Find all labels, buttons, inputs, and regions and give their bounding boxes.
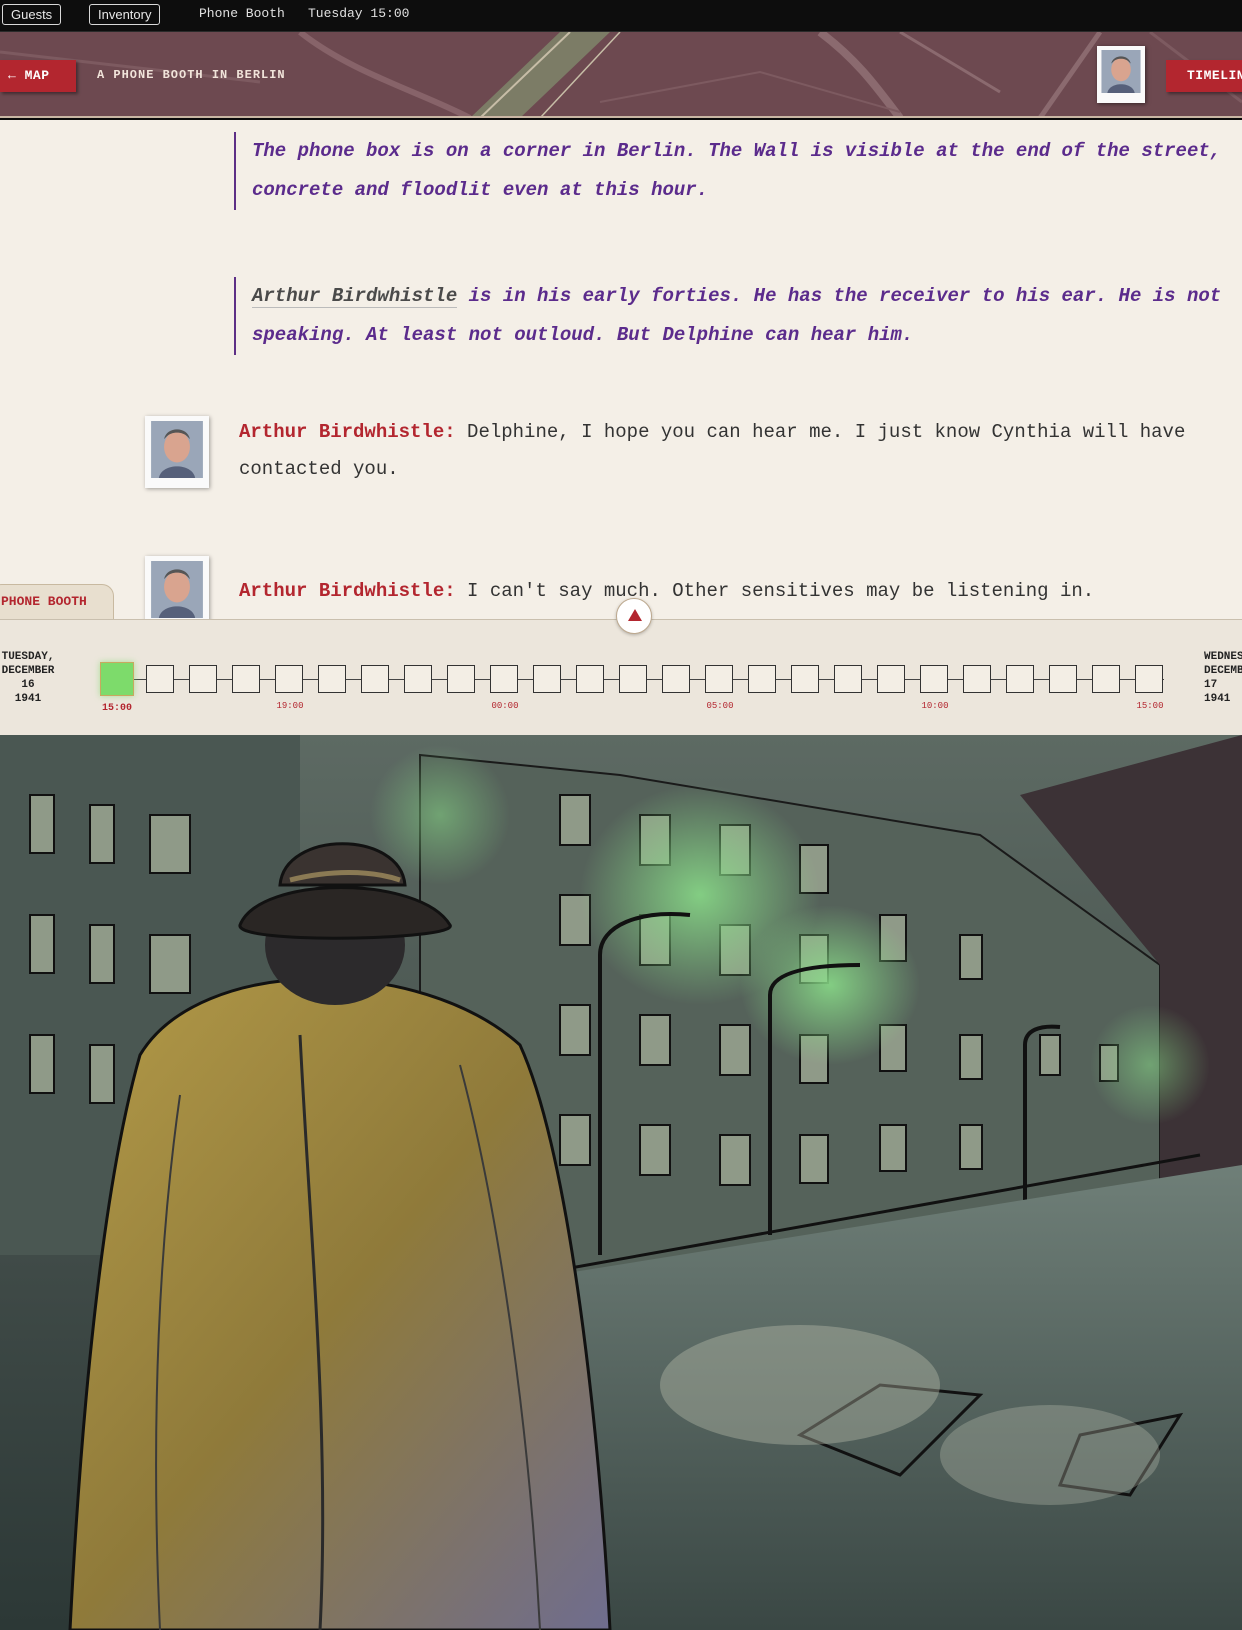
narration-block: Arthur Birdwhistle is in his early forti…	[234, 277, 1224, 355]
character-name-link[interactable]: Arthur Birdwhistle	[252, 285, 458, 308]
timeline-slot[interactable]	[232, 665, 260, 693]
timeline-tick: 15:00	[1136, 701, 1164, 711]
timeline-slot[interactable]	[447, 665, 475, 693]
narration-block: The phone box is on a corner in Berlin. …	[234, 132, 1224, 210]
start-date: TUESDAY, DECEMBER 16 1941	[1, 651, 55, 705]
timeline-slot[interactable]	[275, 665, 303, 693]
triangle-up-icon	[628, 609, 642, 621]
top-bar: Guests Inventory Phone Booth Tuesday 15:…	[0, 0, 1242, 32]
location-header: ← MAP A PHONE BOOTH IN BERLIN TIMELINE	[0, 32, 1242, 118]
timeline-tick: 19:00	[276, 701, 304, 711]
timeline-button[interactable]: TIMELINE	[1166, 60, 1242, 92]
map-button[interactable]: ← MAP	[0, 60, 76, 92]
timeline-tick: 10:00	[921, 701, 949, 711]
timeline-slot[interactable]	[791, 665, 819, 693]
dialog-line: Arthur Birdwhistle: I can't say much. Ot…	[239, 573, 1229, 610]
timeline-slot[interactable]	[490, 665, 518, 693]
timeline-slot[interactable]	[1135, 665, 1163, 693]
timeline-slot[interactable]	[361, 665, 389, 693]
timeline-tick: 00:00	[491, 701, 519, 711]
timeline-slot[interactable]	[189, 665, 217, 693]
timeline-slot[interactable]	[662, 665, 690, 693]
timeline-slot[interactable]	[1006, 665, 1034, 693]
berlin-night-street-image	[0, 735, 1242, 1630]
timeline-strip: TUESDAY, DECEMBER 16 1941 15:00 19:00 00…	[0, 619, 1242, 735]
timeline-slot[interactable]	[318, 665, 346, 693]
guests-button[interactable]: Guests	[2, 4, 62, 25]
timeline-slot[interactable]	[404, 665, 432, 693]
timeline-tick: 05:00	[706, 701, 734, 711]
timeline-slot[interactable]	[1049, 665, 1077, 693]
timeline-slot[interactable]	[963, 665, 991, 693]
dialog-line: Arthur Birdwhistle: Delphine, I hope you…	[239, 414, 1229, 488]
scene-illustration	[0, 735, 1242, 1630]
timeline-slot[interactable]	[705, 665, 733, 693]
timeline-slot[interactable]	[920, 665, 948, 693]
timeline-slot[interactable]	[146, 665, 174, 693]
timeline-slot[interactable]	[619, 665, 647, 693]
location-tab[interactable]: PHONE BOOTH	[0, 584, 114, 620]
location-title: A PHONE BOOTH IN BERLIN	[97, 68, 286, 82]
transcript-panel[interactable]: The phone box is on a corner in Berlin. …	[0, 120, 1242, 619]
character-portrait-icon[interactable]	[1097, 46, 1145, 103]
collapse-toggle-button[interactable]	[616, 598, 652, 634]
timeline-slot[interactable]	[533, 665, 561, 693]
speaker-name: Arthur Birdwhistle:	[239, 421, 456, 443]
timeline-slot[interactable]	[834, 665, 862, 693]
end-date: WEDNESDAY, DECEMBER 17 1941	[1204, 651, 1242, 705]
timeline-slot[interactable]	[1092, 665, 1120, 693]
speaker-portrait-icon	[145, 416, 209, 488]
current-location: Phone Booth	[199, 6, 285, 21]
dialog-text: I can't say much. Other sensitives may b…	[467, 580, 1095, 602]
current-time: Tuesday 15:00	[308, 6, 410, 21]
timeline-slot-current[interactable]	[100, 662, 134, 696]
timeline-slot[interactable]	[748, 665, 776, 693]
narration-text: The phone box is on a corner in Berlin. …	[252, 140, 1222, 201]
timeline-slot[interactable]	[877, 665, 905, 693]
speaker-portrait-icon	[145, 556, 209, 619]
speaker-name: Arthur Birdwhistle:	[239, 580, 456, 602]
timeline-slot[interactable]	[576, 665, 604, 693]
inventory-button[interactable]: Inventory	[89, 4, 161, 25]
current-time-label: 15:00	[101, 703, 132, 714]
